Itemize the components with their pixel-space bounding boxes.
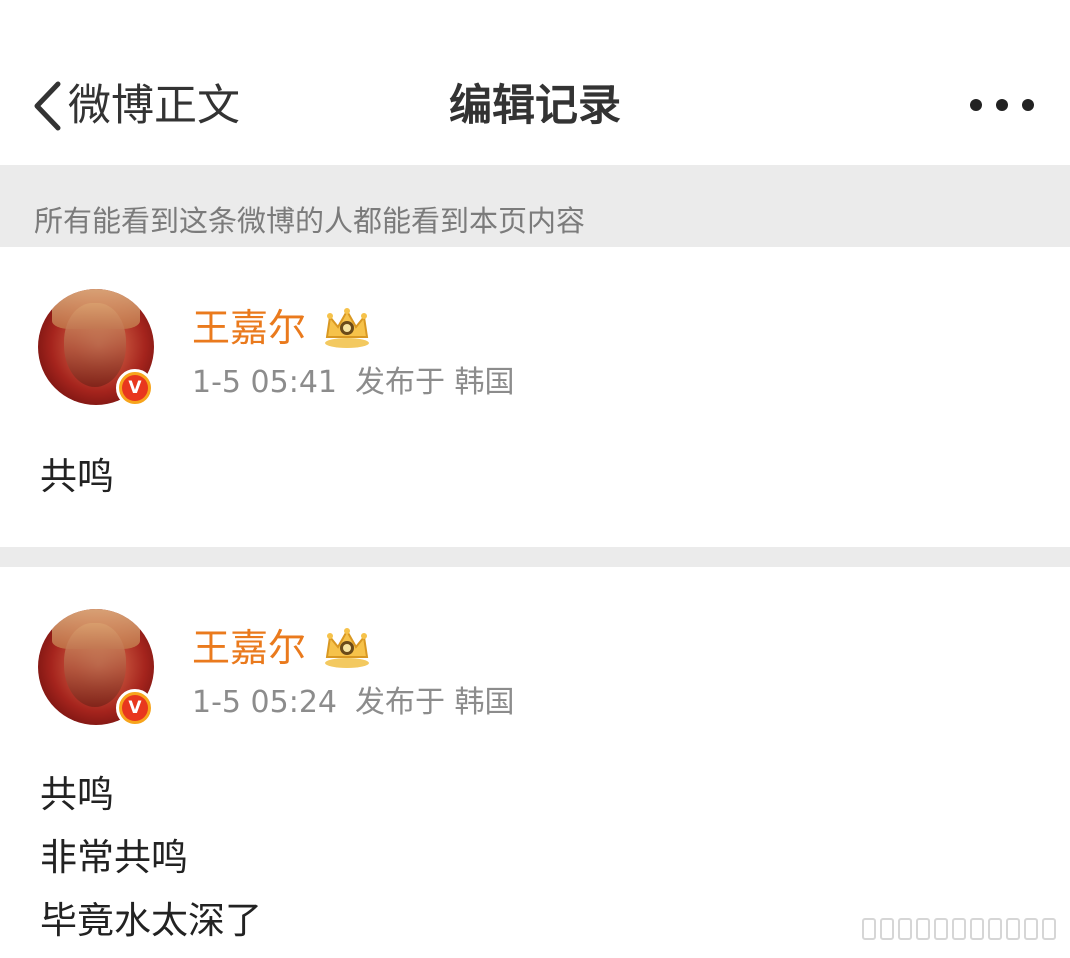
content-line: 共鸣 (40, 773, 114, 816)
content-line: 共鸣 (40, 455, 114, 498)
more-dots-icon (970, 99, 982, 111)
verified-badge-icon: V (116, 689, 154, 727)
more-options-button[interactable] (970, 92, 1034, 118)
verified-badge-icon: V (116, 369, 154, 407)
content-line: 毕竟水太深了 (40, 899, 262, 942)
verified-badge-letter: V (122, 375, 148, 401)
edit-record: V 王嘉尔 1-5 05:41 发布于 韩国 共鸣 (0, 247, 1070, 547)
post-location: 发布于 韩国 (355, 365, 515, 400)
more-dots-icon (1022, 99, 1034, 111)
content-line: 非常共鸣 (40, 836, 188, 879)
username[interactable]: 王嘉尔 (192, 623, 306, 673)
page-title: 编辑记录 (449, 81, 621, 131)
post-time: 1-5 05:41 (192, 365, 337, 400)
post-meta: 1-5 05:41 发布于 韩国 (192, 363, 533, 403)
crown-icon (325, 628, 369, 668)
top-navigation-bar: 微博正文 编辑记录 (0, 0, 1070, 165)
post-time: 1-5 05:24 (192, 685, 337, 720)
record-divider (0, 547, 1070, 567)
post-meta: 1-5 05:24 发布于 韩国 (192, 683, 533, 723)
post-location: 发布于 韩国 (355, 685, 515, 720)
crown-icon (325, 308, 369, 348)
post-content: 共鸣 非常共鸣 毕竟水太深了 (40, 763, 262, 952)
watermark-icon (862, 918, 1056, 940)
edit-record: V 王嘉尔 1-5 05:24 发布于 韩国 共鸣 非常共鸣 毕竟水太深了 (0, 567, 1070, 958)
more-dots-icon (996, 99, 1008, 111)
visibility-notice: 所有能看到这条微博的人都能看到本页内容 (0, 165, 1070, 247)
username[interactable]: 王嘉尔 (192, 303, 306, 353)
avatar-face (64, 303, 126, 387)
notice-text: 所有能看到这条微博的人都能看到本页内容 (34, 204, 586, 238)
verified-badge-letter: V (122, 695, 148, 721)
post-content: 共鸣 (40, 445, 114, 508)
avatar-face (64, 623, 126, 707)
